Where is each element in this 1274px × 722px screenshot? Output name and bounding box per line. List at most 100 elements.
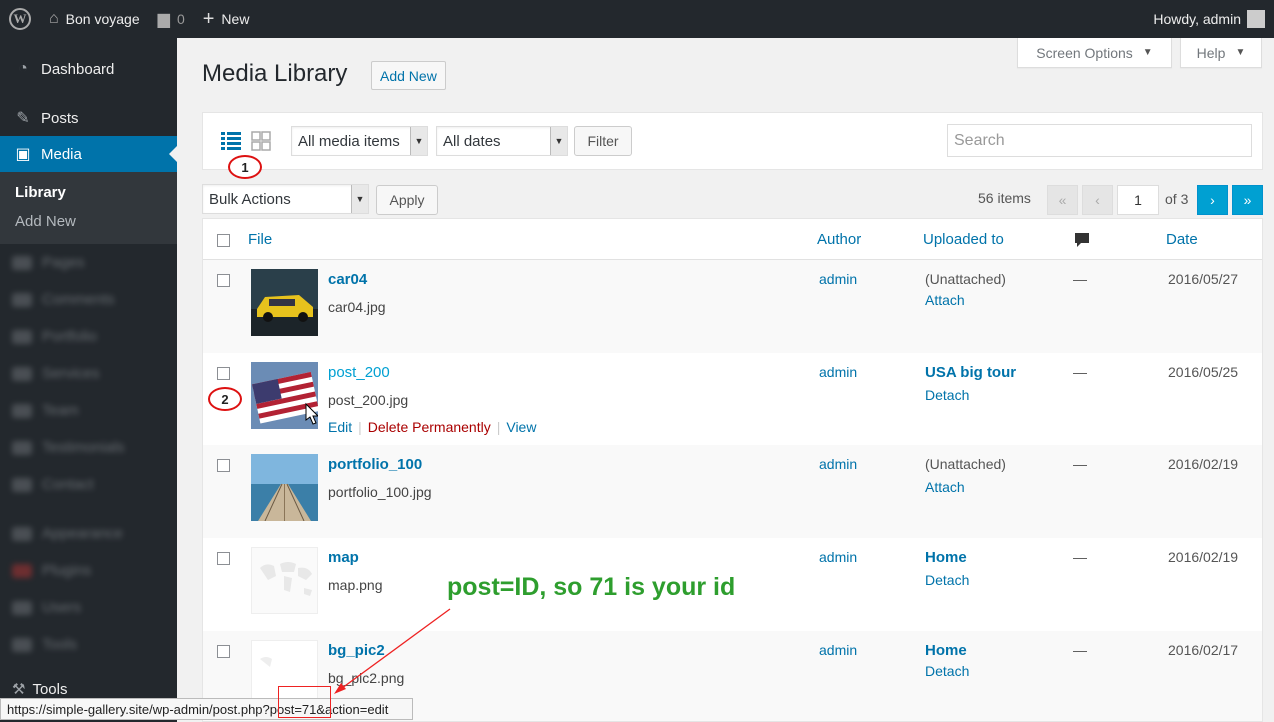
date-select[interactable]: All dates ▼ — [436, 126, 568, 156]
submenu-add-new[interactable]: Add New — [0, 207, 177, 236]
uploaded-to-link[interactable]: Home — [925, 549, 967, 566]
comments-count: — — [1073, 364, 1087, 380]
author-link[interactable]: admin — [819, 271, 857, 287]
row-checkbox[interactable] — [217, 552, 230, 565]
prev-page-button[interactable]: ‹ — [1082, 185, 1113, 215]
items-count: 56 items — [978, 190, 1031, 206]
table-header: File Author Uploaded to Date — [203, 219, 1262, 260]
annotation-marker-2: 2 — [208, 387, 242, 411]
author-link[interactable]: admin — [819, 549, 857, 565]
row-checkbox[interactable] — [217, 459, 230, 472]
annotation-arrow — [334, 608, 451, 694]
tools-icon: ⚒ — [12, 681, 26, 698]
media-title-link[interactable]: car04 — [328, 271, 367, 288]
status-url: https://simple-gallery.site/wp-admin/pos… — [7, 701, 389, 717]
map-thumbnail[interactable] — [251, 547, 318, 614]
account-menu[interactable]: Howdy, admin — [1144, 0, 1274, 38]
detach-link[interactable]: Detach — [925, 387, 969, 403]
new-label: New — [221, 11, 250, 27]
media-title-link[interactable]: post_200 — [328, 364, 390, 381]
row-checkbox[interactable] — [217, 645, 230, 658]
media-title-link[interactable]: portfolio_100 — [328, 456, 422, 473]
table-row: car04 car04.jpg admin (Unattached) Attac… — [203, 260, 1262, 353]
menu-posts[interactable]: ✎ Posts — [0, 100, 177, 136]
menu-dashboard[interactable]: ◔ Dashboard — [0, 51, 177, 87]
site-name: Bon voyage — [65, 11, 140, 27]
last-page-button[interactable]: » — [1232, 185, 1263, 215]
screen-options-button[interactable]: Screen Options ▼ — [1017, 38, 1172, 68]
media-type-select[interactable]: All media items ▼ — [291, 126, 428, 156]
select-all-checkbox[interactable] — [217, 234, 230, 247]
uploaded-to-link[interactable]: Home — [925, 642, 967, 659]
search-input[interactable]: Search — [947, 124, 1252, 157]
bulk-actions-select[interactable]: Bulk Actions ▼ — [202, 184, 369, 214]
author-link[interactable]: admin — [819, 364, 857, 380]
comments-link[interactable]: ▆ 0 — [149, 0, 194, 38]
flag-thumbnail[interactable] — [251, 362, 318, 429]
detach-link[interactable]: Detach — [925, 572, 969, 588]
upload-date: 2016/02/17 — [1168, 642, 1239, 658]
add-new-button[interactable]: Add New — [371, 61, 446, 90]
menu-item-blurred[interactable]: Pages — [0, 244, 177, 281]
menu-posts-label: Posts — [41, 109, 79, 127]
row-checkbox[interactable] — [217, 274, 230, 287]
new-content-link[interactable]: + New — [194, 0, 259, 38]
menu-item-blurred[interactable]: Portfolio — [0, 318, 177, 355]
menu-item-blurred[interactable]: Contact — [0, 466, 177, 503]
blurred-menu-items: Pages Comments Portfolio Services Team T… — [0, 244, 177, 663]
view-link[interactable]: View — [506, 419, 536, 435]
detach-link[interactable]: Detach — [925, 663, 969, 679]
list-view-icon[interactable] — [221, 131, 241, 151]
column-uploaded-to[interactable]: Uploaded to — [923, 231, 1004, 248]
pier-thumbnail[interactable] — [251, 454, 318, 521]
uploaded-to-status: (Unattached) — [925, 271, 1006, 287]
column-file[interactable]: File — [248, 231, 272, 248]
submenu-library[interactable]: Library — [0, 178, 177, 207]
car-thumbnail[interactable] — [251, 269, 318, 336]
grid-view-icon[interactable] — [251, 131, 271, 151]
media-title-link[interactable]: map — [328, 549, 359, 566]
wordpress-logo-button[interactable]: W — [0, 0, 40, 38]
apply-button[interactable]: Apply — [376, 185, 438, 215]
attach-link[interactable]: Attach — [925, 292, 965, 308]
menu-item-blurred[interactable]: Plugins — [0, 552, 177, 589]
annotation-note: post=ID, so 71 is your id — [447, 573, 736, 601]
current-page-input[interactable]: 1 — [1117, 185, 1159, 215]
annotation-highlight-box — [278, 686, 331, 718]
admin-bar: W ⌂ Bon voyage ▆ 0 + New Howdy, admin — [0, 0, 1274, 38]
comments-count: — — [1073, 642, 1087, 658]
first-page-button[interactable]: « — [1047, 185, 1078, 215]
column-author[interactable]: Author — [817, 231, 861, 248]
menu-tools[interactable]: ⚒ Tools — [12, 680, 67, 698]
author-link[interactable]: admin — [819, 642, 857, 658]
media-type-value: All media items — [298, 132, 400, 150]
attach-link[interactable]: Attach — [925, 479, 965, 495]
menu-item-blurred[interactable]: Services — [0, 355, 177, 392]
upload-date: 2016/05/25 — [1168, 364, 1239, 380]
site-name-link[interactable]: ⌂ Bon voyage — [40, 0, 149, 38]
comment-icon: ▆ — [157, 11, 170, 28]
table-row: portfolio_100 portfolio_100.jpg admin (U… — [203, 445, 1262, 538]
comment-bubble-icon[interactable] — [1074, 232, 1090, 248]
column-date[interactable]: Date — [1166, 231, 1198, 248]
filter-button[interactable]: Filter — [574, 126, 632, 156]
next-page-button[interactable]: › — [1197, 185, 1228, 215]
author-link[interactable]: admin — [819, 456, 857, 472]
menu-item-blurred[interactable]: Appearance — [0, 515, 177, 552]
edit-link[interactable]: Edit — [328, 419, 352, 435]
row-checkbox[interactable] — [217, 367, 230, 380]
menu-item-blurred[interactable]: Testimonials — [0, 429, 177, 466]
menu-item-blurred[interactable]: Users — [0, 589, 177, 626]
help-button[interactable]: Help ▼ — [1180, 38, 1262, 68]
howdy-text: Howdy, admin — [1153, 11, 1241, 27]
menu-item-blurred[interactable]: Team — [0, 392, 177, 429]
menu-item-blurred[interactable]: Tools — [0, 626, 177, 663]
menu-item-blurred[interactable]: Comments — [0, 281, 177, 318]
uploaded-to-link[interactable]: USA big tour — [925, 364, 1016, 381]
media-submenu: Library Add New — [0, 172, 177, 244]
browser-status-bar: https://simple-gallery.site/wp-admin/pos… — [0, 698, 413, 720]
delete-permanently-link[interactable]: Delete Permanently — [368, 419, 491, 435]
comments-count: 0 — [176, 11, 185, 27]
bulk-actions-value: Bulk Actions — [209, 190, 291, 208]
menu-media[interactable]: ▣ Media — [0, 136, 177, 172]
